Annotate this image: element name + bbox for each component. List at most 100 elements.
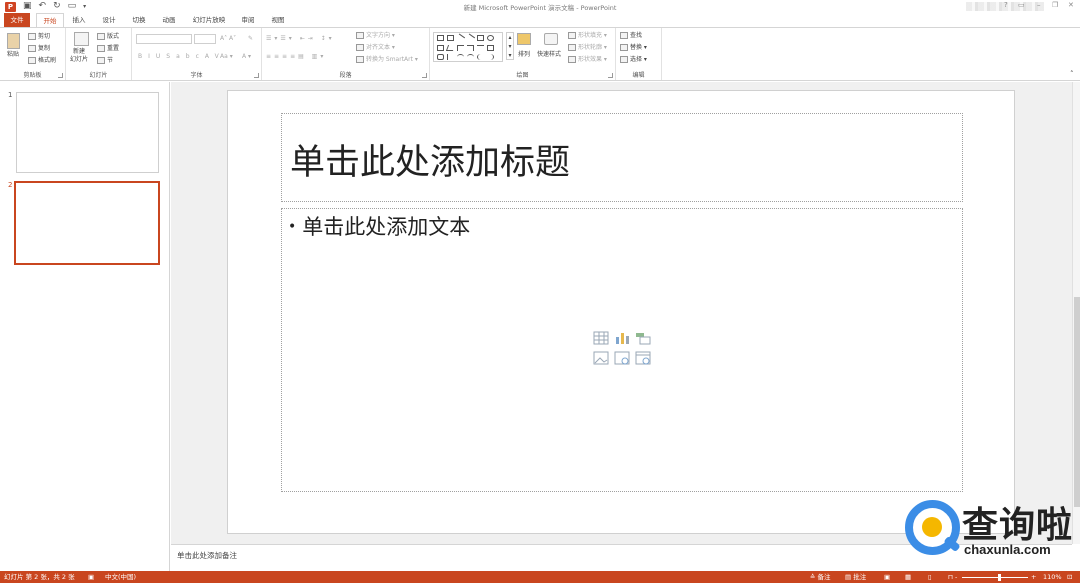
tab-transitions[interactable]: 切换	[128, 13, 150, 27]
alignment-buttons[interactable]: ≡≡≡≡▤ ▥▾	[266, 52, 326, 61]
line-shape-icon[interactable]	[455, 33, 466, 43]
textbox-shape-icon[interactable]	[437, 35, 444, 41]
slideshow-view-icon[interactable]: ⊓	[948, 571, 953, 583]
list-buttons[interactable]: ☰▾☰▾ ⇤⇥ ↕▾	[266, 34, 335, 43]
curve-shape-icon[interactable]	[457, 54, 464, 60]
title-placeholder[interactable]: 单击此处添加标题	[281, 113, 963, 202]
text-direction-button[interactable]: 文字方向 ▾	[356, 31, 395, 40]
select-button[interactable]: 选择 ▾	[620, 55, 647, 64]
insert-content-icons	[593, 331, 653, 369]
new-slide-button[interactable]: 新建 幻灯片	[70, 48, 88, 64]
content-placeholder[interactable]: • 单击此处添加文本	[281, 208, 963, 492]
shapes-gallery[interactable]	[433, 32, 503, 62]
insert-smartart-icon[interactable]	[635, 331, 651, 345]
insert-chart-icon[interactable]	[614, 331, 630, 345]
paragraph-launcher-icon[interactable]	[422, 73, 427, 78]
new-slide-icon[interactable]	[74, 32, 89, 46]
flowchart-shape-icon[interactable]	[437, 54, 444, 60]
layout-button[interactable]: 版式	[97, 32, 119, 41]
shape-effects-button[interactable]: 形状效果 ▾	[568, 55, 607, 64]
replace-button[interactable]: 替换 ▾	[620, 43, 647, 52]
section-button[interactable]: 节	[97, 56, 113, 65]
insert-table-icon[interactable]	[593, 331, 609, 345]
connector-icon[interactable]	[467, 45, 474, 51]
shapes-gallery-scroll[interactable]: ▴ ▾ ▾	[506, 32, 514, 60]
font-style-buttons[interactable]: BIUSabcAV	[138, 52, 225, 61]
tab-file[interactable]: 文件	[4, 13, 30, 27]
grow-font-icon[interactable]: A˄ A˅	[220, 34, 236, 43]
font-size-select[interactable]	[194, 34, 216, 44]
reading-view-icon[interactable]: ▯	[928, 571, 932, 583]
change-case-icon[interactable]: Aa ▾	[220, 52, 233, 61]
rectangle-shape-icon[interactable]	[477, 35, 484, 41]
convert-smartart-button[interactable]: 转换为 SmartArt ▾	[356, 55, 418, 64]
zoom-out-button[interactable]: -	[955, 571, 957, 583]
slide-sorter-icon[interactable]: ▦	[905, 571, 911, 583]
collapse-ribbon-icon[interactable]: ˄	[1070, 70, 1074, 79]
cut-button[interactable]: 剪切	[28, 32, 50, 41]
close-icon[interactable]: ✕	[1068, 1, 1074, 9]
paste-icon[interactable]	[7, 33, 20, 49]
zoom-slider-thumb[interactable]	[998, 574, 1001, 581]
comments-toggle-button[interactable]: ▤ 批注	[845, 571, 866, 583]
copy-button[interactable]: 复制	[28, 44, 50, 53]
notes-toggle-button[interactable]: ≙ 备注	[810, 571, 831, 583]
brace-shape-icon[interactable]	[487, 54, 494, 60]
normal-view-icon[interactable]: ▣	[884, 571, 890, 583]
tab-slide-show[interactable]: 幻灯片放映	[188, 13, 230, 27]
restore-icon[interactable]: ❐	[1052, 1, 1058, 9]
font-name-select[interactable]	[136, 34, 192, 44]
reset-button[interactable]: 重置	[97, 44, 119, 53]
spelling-check-icon[interactable]: ▣	[88, 571, 94, 583]
help-icon[interactable]: ?	[1004, 1, 1008, 9]
insert-video-icon[interactable]	[635, 351, 651, 365]
clipboard-launcher-icon[interactable]	[58, 73, 63, 78]
arrange-icon[interactable]	[517, 33, 531, 45]
down-arrow-shape-icon[interactable]	[487, 45, 494, 51]
vertical-scrollbar[interactable]	[1072, 82, 1080, 544]
slide-thumbnail-1[interactable]	[16, 92, 159, 173]
drawing-launcher-icon[interactable]	[608, 73, 613, 78]
insert-picture-icon[interactable]	[593, 351, 609, 365]
arrow-line-shape-icon[interactable]	[465, 33, 476, 43]
thumbnail-number: 1	[8, 91, 13, 99]
language-status[interactable]: 中文(中国)	[105, 571, 136, 583]
quick-styles-button[interactable]: 快速样式	[537, 50, 561, 59]
scrollbar-thumb[interactable]	[1074, 297, 1080, 507]
zoom-slider[interactable]	[962, 577, 1028, 578]
right-arrow-shape-icon[interactable]	[477, 45, 484, 51]
tab-review[interactable]: 审阅	[237, 13, 259, 27]
align-text-button[interactable]: 对齐文本 ▾	[356, 43, 395, 52]
oval-shape-icon[interactable]	[487, 35, 494, 41]
tab-animations[interactable]: 动画	[158, 13, 180, 27]
fit-to-window-icon[interactable]: ⊡	[1067, 571, 1072, 583]
triangle-shape-icon[interactable]	[445, 45, 456, 51]
slide-thumbnail-2[interactable]	[14, 181, 160, 265]
zoom-in-button[interactable]: +	[1031, 571, 1036, 583]
bracket-shape-icon[interactable]	[477, 54, 484, 60]
format-painter-button[interactable]: 格式刷	[28, 56, 56, 65]
font-launcher-icon[interactable]	[254, 73, 259, 78]
find-button[interactable]: 查找	[620, 31, 642, 40]
font-color-icon[interactable]: A ▾	[242, 52, 251, 61]
shape-outline-button[interactable]: 形状轮廓 ▾	[568, 43, 607, 52]
quick-styles-icon[interactable]	[544, 33, 558, 45]
elbow-connector-icon[interactable]	[457, 45, 464, 51]
tab-home[interactable]: 开始	[36, 13, 64, 27]
tab-view[interactable]: 视图	[267, 13, 289, 27]
vertical-textbox-shape-icon[interactable]	[447, 35, 454, 41]
freeform-shape-icon[interactable]	[467, 54, 474, 60]
shape-fill-button[interactable]: 形状填充 ▾	[568, 31, 607, 40]
paste-button[interactable]: 粘贴	[7, 50, 19, 59]
minimize-icon[interactable]: –	[1037, 1, 1041, 9]
slide-canvas[interactable]: 单击此处添加标题 • 单击此处添加文本	[227, 90, 1015, 534]
tab-insert[interactable]: 插入	[68, 13, 90, 27]
square-shape-icon[interactable]	[437, 45, 444, 51]
tab-design[interactable]: 设计	[98, 13, 120, 27]
star-shape-icon[interactable]	[447, 54, 454, 60]
clear-formatting-icon[interactable]: ✎	[248, 34, 253, 43]
ribbon-display-options-icon[interactable]: ▭	[1018, 1, 1025, 9]
zoom-level[interactable]: 110%	[1043, 571, 1062, 583]
arrange-button[interactable]: 排列	[518, 50, 530, 59]
insert-online-picture-icon[interactable]	[614, 351, 630, 365]
